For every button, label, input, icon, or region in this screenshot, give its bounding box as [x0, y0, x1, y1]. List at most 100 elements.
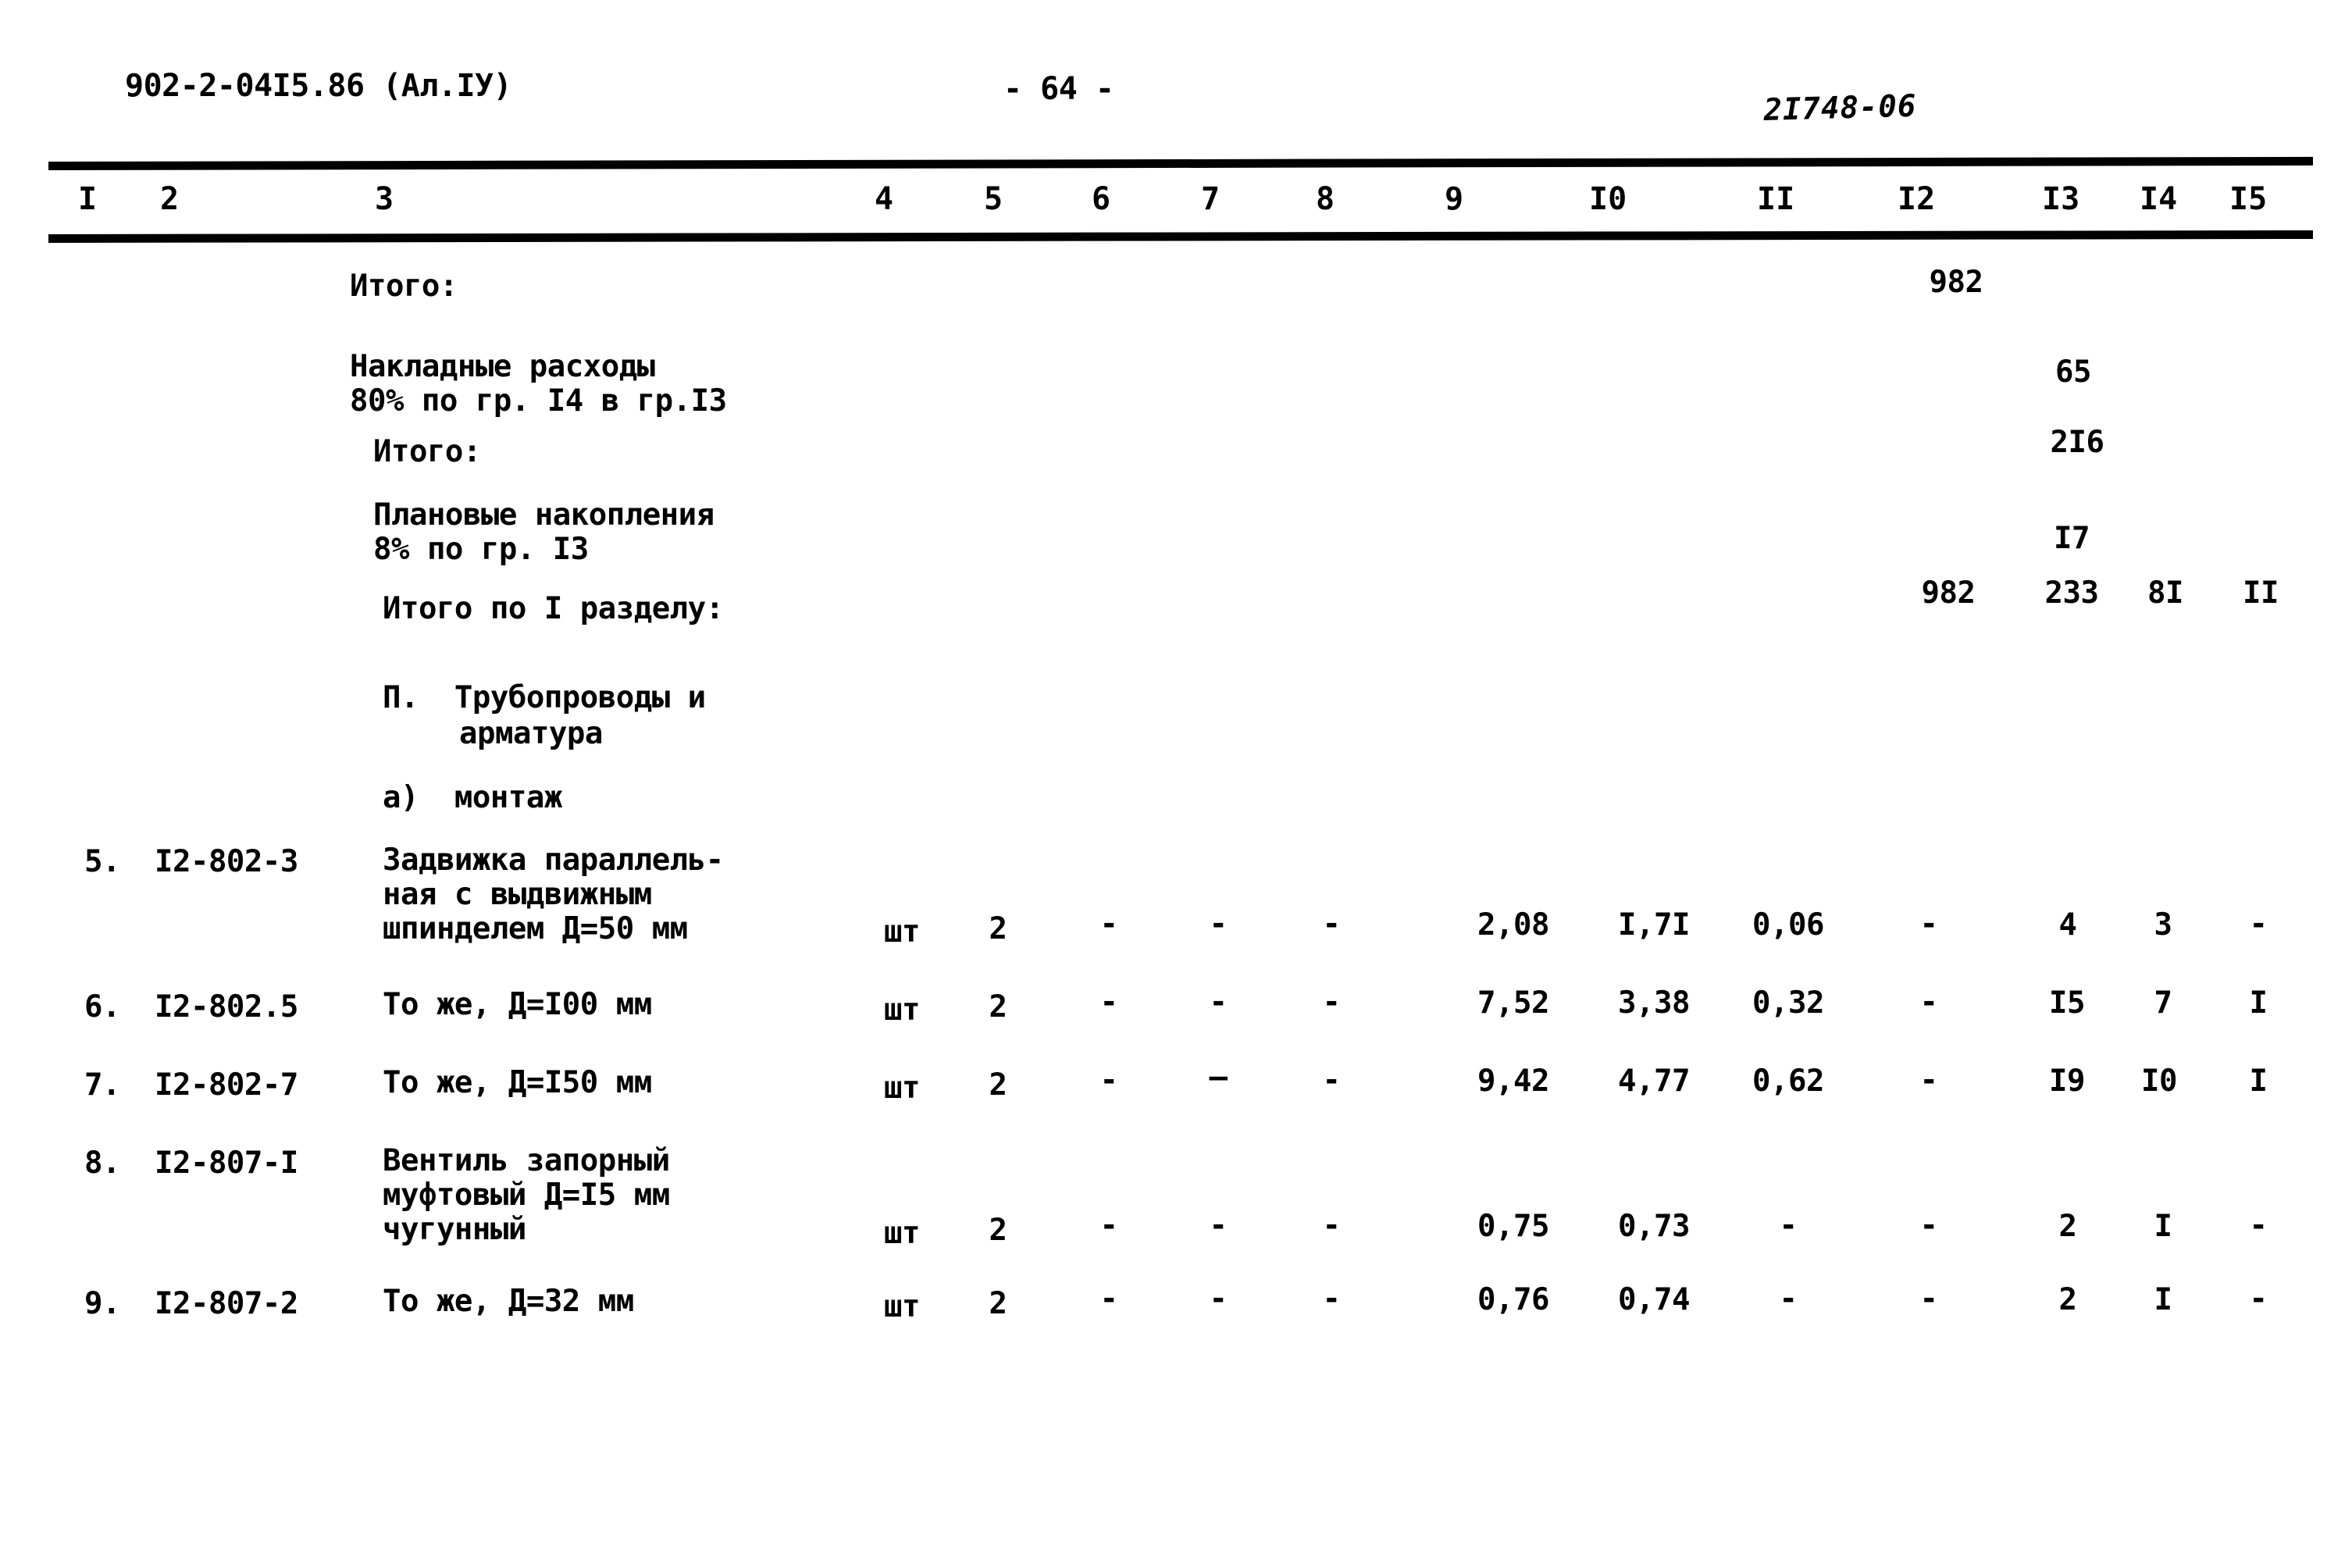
table-header-rule: [48, 230, 2314, 243]
table-row-6-c6: -: [1099, 985, 1118, 1020]
table-row-6-c13: I5: [2049, 985, 2085, 1021]
section-title-line1: П. Трубопроводы и: [383, 680, 706, 715]
table-row-8-code: I2-807-I: [155, 1146, 298, 1181]
table-row-5-c13: 4: [2058, 907, 2077, 943]
page-number: - 64 -: [1003, 71, 1114, 107]
table-row-9-c9: 0,76: [1477, 1282, 1549, 1317]
table-row-8-no: 8.: [84, 1146, 120, 1181]
document-code: 902-2-04I5.86 (Ал.IУ): [125, 68, 512, 104]
table-row-6-desc-line1: То же, Д=I00 мм: [383, 987, 652, 1022]
table-row-8-c4: шт: [884, 1216, 920, 1251]
table-row-8-c8: -: [1322, 1208, 1341, 1243]
table-row-8-c12: -: [1919, 1208, 1938, 1243]
table-row-9-code: I2-807-2: [155, 1286, 298, 1321]
summary-label-planned-savings-line1: Плановые накопления: [373, 497, 715, 533]
table-row-5-c6: -: [1099, 907, 1118, 942]
table-row-7-c10: 4,77: [1618, 1064, 1690, 1099]
column-header-13: I3: [2042, 181, 2080, 217]
table-row-9-c8: -: [1322, 1281, 1341, 1317]
table-row-5-no: 5.: [84, 844, 120, 879]
table-row-5-c11: 0,06: [1752, 907, 1824, 943]
table-row-5-c15: -: [2249, 907, 2268, 942]
table-row-5-desc-line2: ная с выдвижным: [383, 877, 652, 912]
section-title-line2: арматура: [459, 716, 603, 751]
table-row-7-c5: 2: [989, 1067, 1007, 1103]
column-header-1: I: [78, 181, 98, 217]
table-row-6-c14: 7: [2154, 985, 2172, 1021]
table-row-6-c8: -: [1322, 985, 1341, 1020]
summary-label-section-total: Итого по I разделу:: [383, 591, 724, 626]
table-row-8-desc-line1: Вентиль запорный: [383, 1143, 670, 1178]
summary-value-col13-row2: 65: [2055, 355, 2091, 390]
table-row-7-c6: -: [1099, 1063, 1118, 1098]
column-header-8: 8: [1316, 181, 1335, 217]
table-row-7-c15: I: [2249, 1064, 2268, 1099]
table-row-8-c9: 0,75: [1477, 1209, 1549, 1244]
table-row-8-desc-line2: муфтовый Д=I5 мм: [383, 1178, 670, 1213]
table-row-9-c11: -: [1779, 1281, 1798, 1317]
table-row-6-code: I2-802.5: [155, 989, 298, 1025]
column-header-10: I0: [1589, 181, 1627, 217]
summary-value-col12-row5: 982: [1921, 576, 1976, 611]
table-row-8-c14: I: [2154, 1209, 2172, 1244]
archive-stamp: 2I748-06: [1762, 88, 1917, 128]
table-row-7-code: I2-802-7: [155, 1067, 298, 1103]
table-row-8-c5: 2: [989, 1213, 1007, 1248]
table-row-7-no: 7.: [84, 1067, 120, 1103]
table-row-7-c8: -: [1322, 1063, 1341, 1098]
summary-value-col13-row5: 233: [2044, 576, 2099, 611]
column-header-3: 3: [375, 181, 394, 217]
summary-label-itogo-2: Итого:: [373, 434, 481, 469]
table-row-9-c4: шт: [884, 1289, 920, 1324]
table-row-5-c4: шт: [884, 914, 920, 950]
table-row-9-no: 9.: [84, 1286, 120, 1321]
table-row-8-c6: -: [1099, 1208, 1118, 1243]
table-row-8-c13: 2: [2058, 1209, 2077, 1244]
table-row-6-c7: -: [1209, 985, 1228, 1020]
column-header-12: I2: [1898, 181, 1936, 217]
summary-value-col13-row4: I7: [2054, 521, 2090, 556]
table-row-9-c7: -: [1209, 1281, 1228, 1317]
table-row-7-c13: I9: [2049, 1064, 2085, 1099]
table-row-7-desc-line1: То же, Д=I50 мм: [383, 1065, 652, 1100]
summary-value-col12-row1: 982: [1929, 265, 1983, 300]
column-header-5: 5: [984, 181, 1003, 217]
table-row-5-c8: -: [1322, 907, 1341, 942]
table-row-9-c14: I: [2154, 1282, 2172, 1317]
column-header-9: 9: [1445, 181, 1464, 217]
table-row-5-c14: 3: [2154, 907, 2172, 943]
table-row-6-c12: -: [1919, 985, 1938, 1020]
table-row-5-desc-line3: шпинделем Д=50 мм: [383, 911, 688, 946]
summary-label-planned-savings-line2: 8% по гр. I3: [373, 532, 589, 567]
table-row-8-c15: -: [2249, 1208, 2268, 1243]
table-row-5-code: I2-802-3: [155, 844, 298, 879]
table-row-9-c5: 2: [989, 1286, 1007, 1321]
table-row-6-c4: шт: [884, 992, 920, 1028]
summary-value-col15-row5: II: [2243, 576, 2279, 611]
table-row-5-desc-line1: Задвижка параллель-: [383, 843, 724, 878]
table-row-6-c11: 0,32: [1752, 985, 1824, 1021]
table-row-6-c10: 3,38: [1618, 985, 1690, 1021]
column-header-2: 2: [160, 181, 180, 217]
table-row-8-desc-line3: чугунный: [383, 1212, 526, 1247]
table-row-9-c6: -: [1099, 1281, 1118, 1317]
table-row-8-c7: -: [1209, 1208, 1228, 1243]
summary-label-overhead-line2: 80% по гр. I4 в гр.I3: [350, 383, 727, 419]
table-row-5-c5: 2: [989, 911, 1007, 946]
table-row-9-c15: -: [2249, 1281, 2268, 1317]
summary-label-overhead-line1: Накладные расходы: [350, 349, 655, 384]
table-row-9-desc-line1: То же, Д=32 мм: [383, 1284, 634, 1319]
table-row-7-c7: —: [1209, 1060, 1228, 1095]
document-page: 902-2-04I5.86 (Ал.IУ) - 64 - 2I748-06 I …: [0, 0, 2352, 1568]
table-row-7-c11: 0,62: [1752, 1064, 1824, 1099]
table-row-6-c15: I: [2249, 985, 2268, 1021]
summary-value-col14-row5: 8I: [2147, 576, 2183, 611]
table-row-9-c13: 2: [2058, 1282, 2077, 1317]
table-top-rule: [48, 156, 2314, 170]
column-header-7: 7: [1201, 181, 1221, 217]
table-row-7-c4: шт: [884, 1071, 920, 1106]
subsection-title-montazh: а) монтаж: [383, 780, 562, 815]
table-row-6-no: 6.: [84, 989, 120, 1025]
table-row-6-c5: 2: [989, 989, 1007, 1025]
column-header-14: I4: [2140, 181, 2178, 217]
